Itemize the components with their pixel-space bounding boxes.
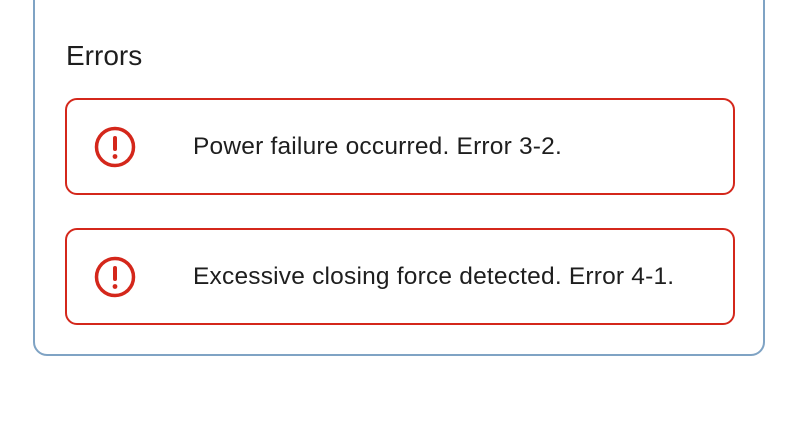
errors-section-title: Errors [66,40,143,71]
exclamation-circle-icon [93,255,137,299]
error-item: Excessive closing force detected. Error … [65,228,735,325]
error-message: Excessive closing force detected. Error … [193,262,675,290]
error-item: Power failure occurred. Error 3-2. [65,98,735,195]
error-message: Power failure occurred. Error 3-2. [193,132,562,160]
exclamation-circle-icon [93,125,137,169]
